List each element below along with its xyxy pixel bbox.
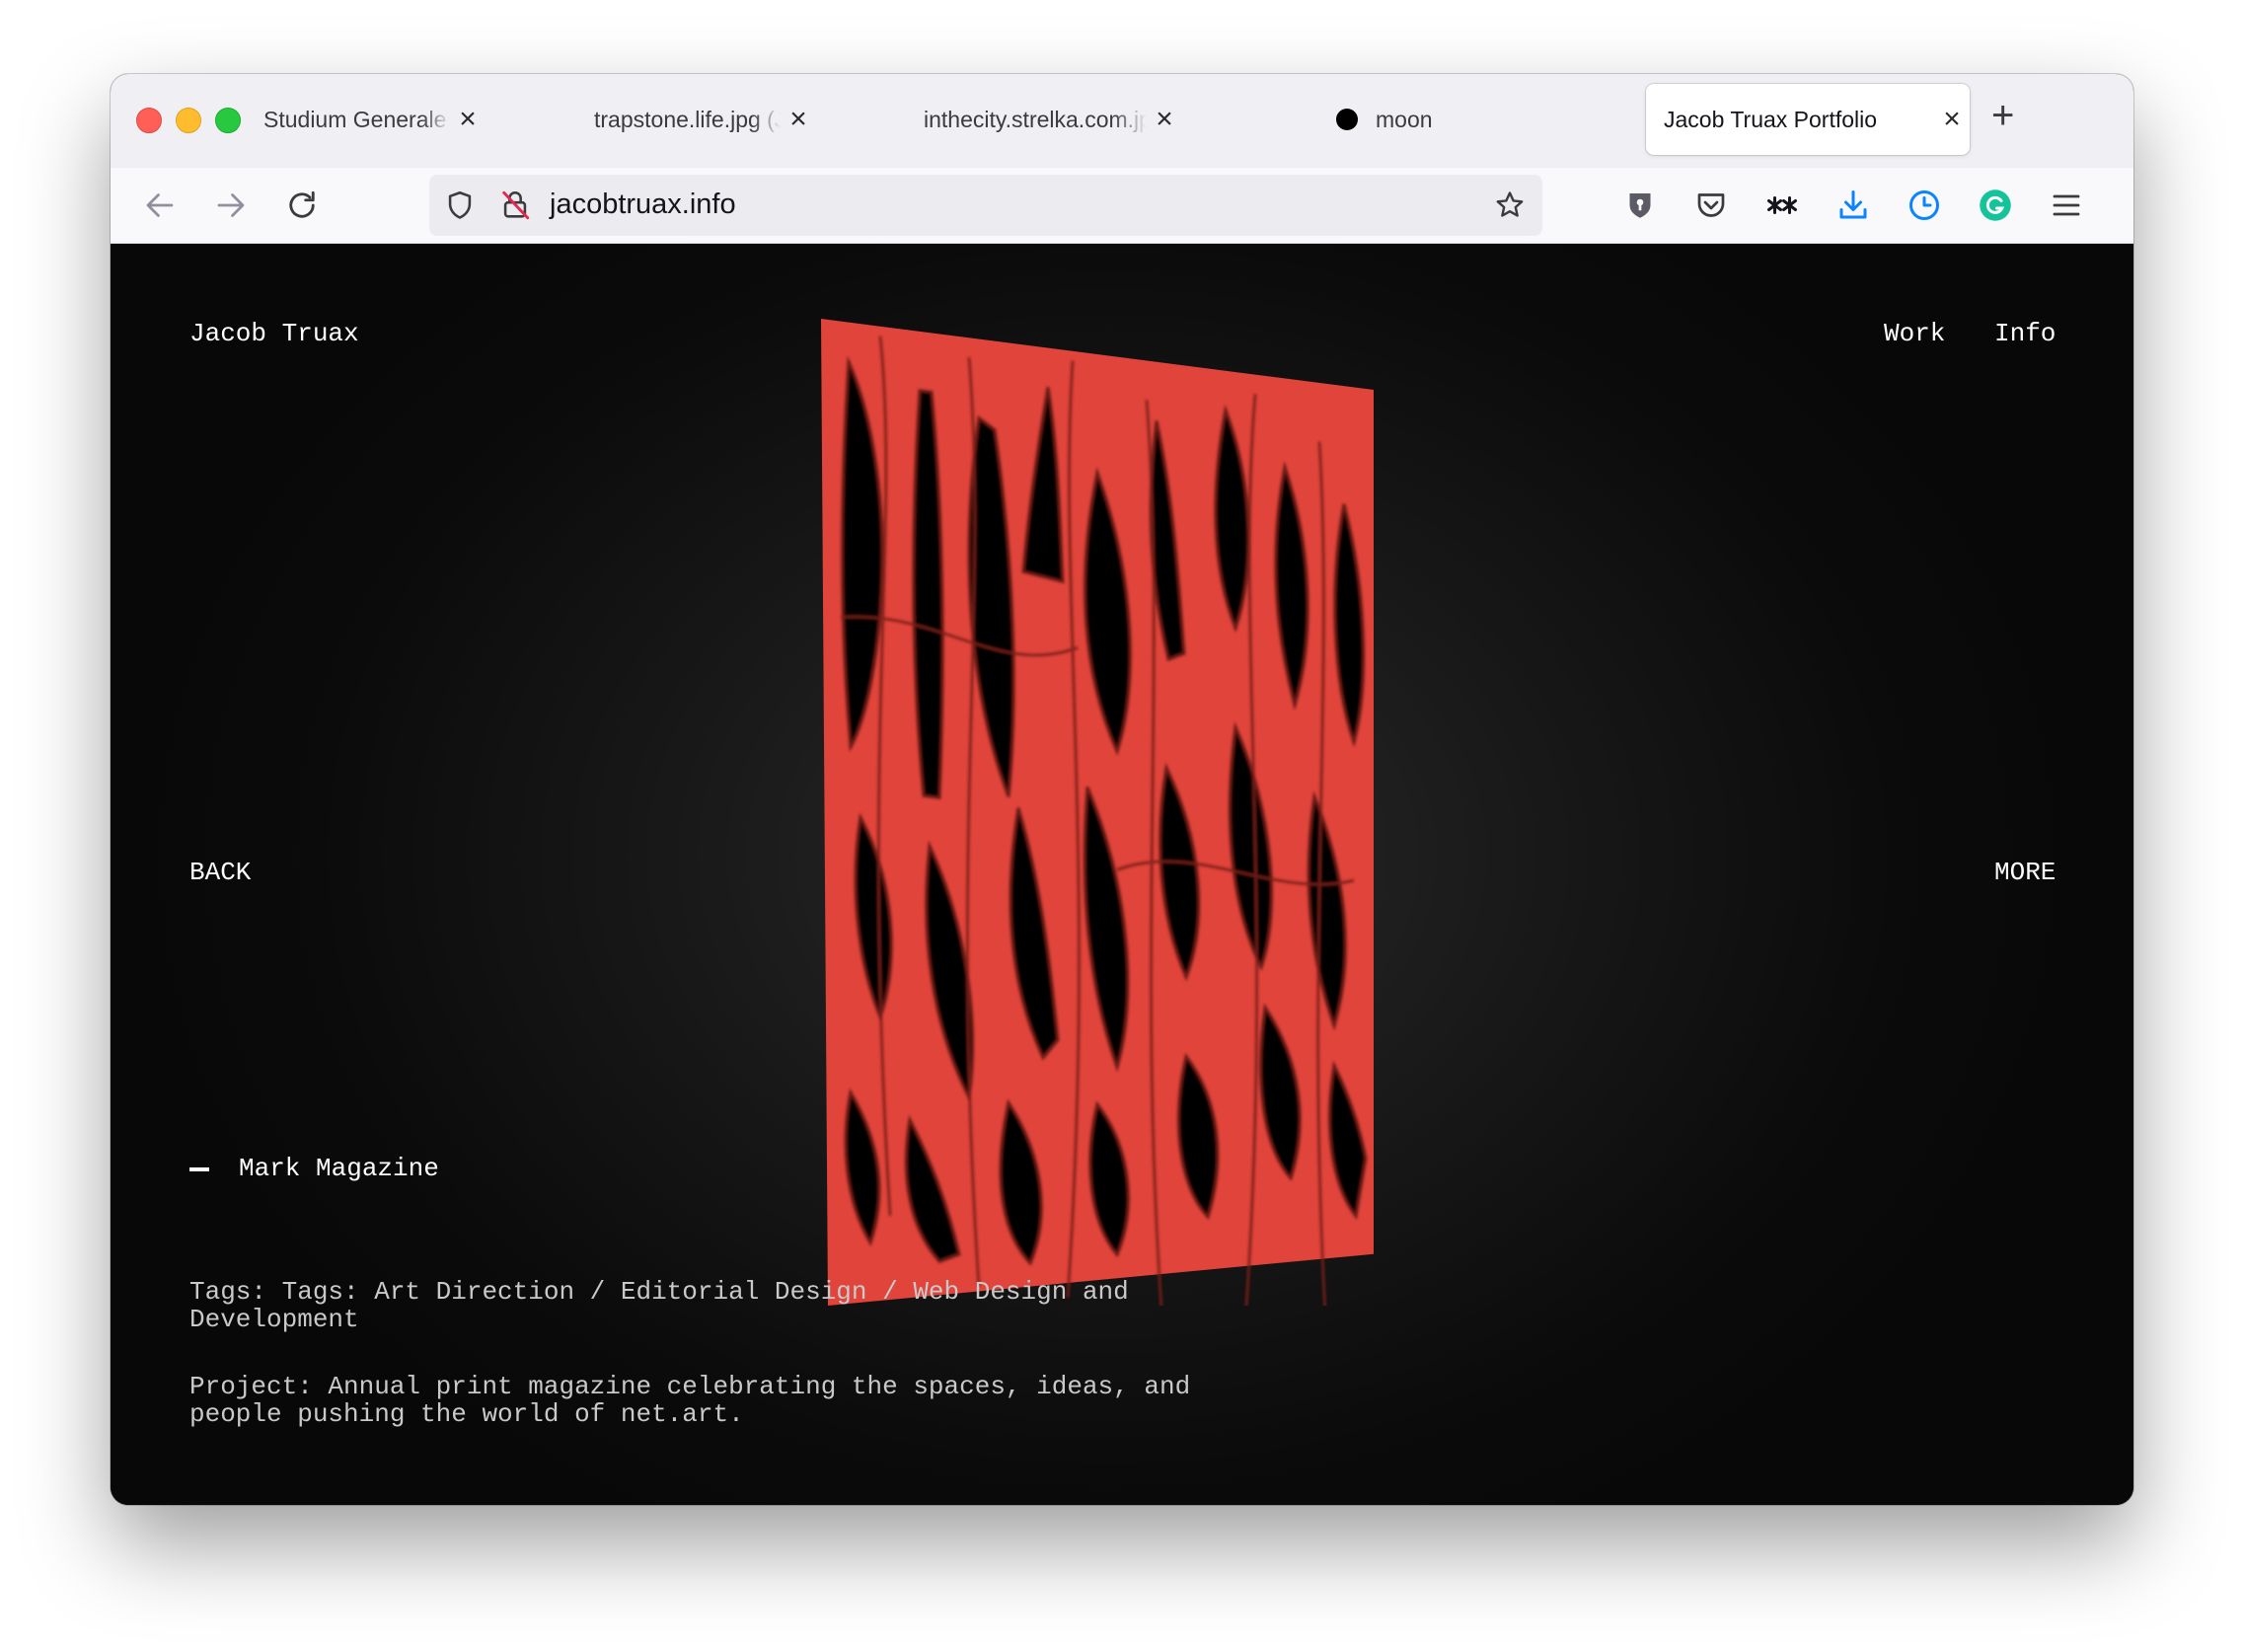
nav-work-link[interactable]: Work [1884,319,1945,348]
tab-title: Studium Generale | Take a [263,106,450,132]
browser-window: Studium Generale | Take a × trapstone.li… [111,74,2133,1505]
project-title: Mark Magazine [239,1154,439,1183]
mark-magazine-cover-image[interactable] [821,319,1374,1306]
nav-info-link[interactable]: Info [1994,319,2056,348]
project-description: Project: Annual print magazine celebrati… [189,1372,1191,1429]
tab-title: trapstone.life.jpg (JPEG I [594,106,781,132]
history-icon[interactable] [1907,188,1942,223]
tab-title: Jacob Truax Portfolio [1664,106,1878,132]
window-close-button[interactable] [136,108,162,133]
pocket-icon[interactable] [1693,188,1729,223]
tab-inthecity[interactable]: inthecity.strelka.com.jpg × [894,84,1182,155]
grammarly-icon[interactable] [1978,188,2013,223]
project-tags: Tags: Tags: Art Direction / Editorial De… [189,1277,1129,1334]
new-tab-button[interactable]: + [1991,96,2014,135]
project-title-dash [189,1167,209,1171]
tab-studium-generale[interactable]: Studium Generale | Take a × [234,84,486,155]
tab-close-icon[interactable]: × [450,105,486,134]
moon-favicon-icon [1336,109,1358,130]
tab-close-icon[interactable]: × [1934,105,1970,134]
forward-icon[interactable] [213,188,249,223]
more-button[interactable]: MORE [1994,858,2056,887]
menu-icon[interactable] [2049,188,2084,223]
navigation-toolbar: jacobtruax.info [111,168,2133,244]
tab-jacob-truax-portfolio[interactable]: Jacob Truax Portfolio × [1646,84,1970,155]
tab-close-icon[interactable]: × [781,105,816,134]
bookmark-star-icon[interactable] [1493,188,1527,222]
insecure-lock-icon[interactable] [498,188,532,222]
tracking-shield-icon[interactable] [443,188,477,222]
password-manager-icon[interactable] [1622,188,1658,223]
site-title-link[interactable]: Jacob Truax [189,319,359,348]
tab-title: inthecity.strelka.com.jpg [924,106,1147,132]
extension-icon[interactable] [1764,188,1800,223]
back-button[interactable]: BACK [189,858,251,887]
address-bar[interactable]: jacobtruax.info [429,175,1542,236]
web-page: Jacob Truax Work Info BACK MORE Mark Mag… [111,244,2133,1505]
back-icon[interactable] [142,188,178,223]
tab-close-icon[interactable]: × [1147,105,1182,134]
download-icon[interactable] [1835,188,1871,223]
reload-icon[interactable] [284,188,320,223]
url-text[interactable]: jacobtruax.info [550,188,736,221]
tab-trapstone[interactable]: trapstone.life.jpg (JPEG I × [564,84,816,155]
window-minimize-button[interactable] [176,108,201,133]
tab-bar: Studium Generale | Take a × trapstone.li… [111,74,2133,168]
